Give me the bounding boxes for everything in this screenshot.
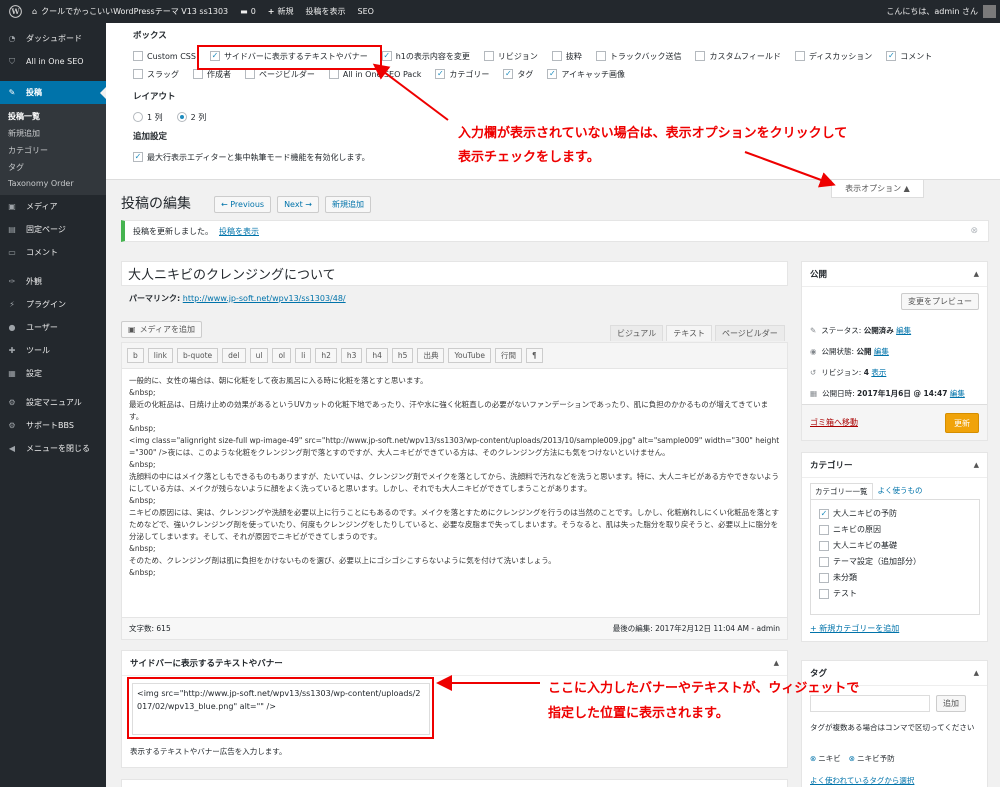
arrow-to-options-button <box>744 151 836 188</box>
annotation-arrows <box>372 63 836 691</box>
arrow-to-checkbox <box>372 63 449 121</box>
